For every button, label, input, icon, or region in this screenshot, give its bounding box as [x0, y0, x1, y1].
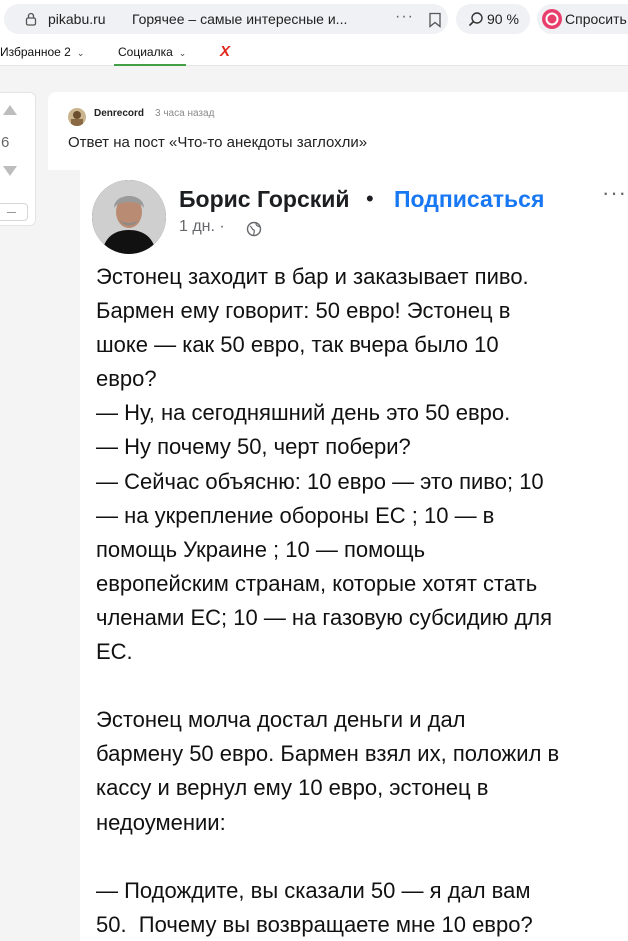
bookmark-folder-label: Социалка: [118, 45, 173, 59]
comment-card: Denrecord 3 часа назад Ответ на пост «Чт…: [48, 92, 628, 941]
bookmarks-bar: Избранное 2 ⌄ Социалка ⌄ X: [0, 40, 628, 66]
avatar: [92, 180, 166, 254]
ask-label: Спросить: [565, 11, 627, 27]
bookmark-folder-favorites[interactable]: Избранное 2 ⌄: [0, 45, 84, 59]
upvote-icon[interactable]: [3, 105, 17, 115]
embedded-screenshot: Борис Горский • Подписаться ··· 1 дн. · …: [48, 170, 628, 941]
globe-icon: [246, 221, 262, 237]
post-text: Эстонец заходит в бар и заказывает пиво.…: [96, 264, 560, 937]
separator-dot: •: [366, 186, 374, 211]
ask-icon: [542, 9, 562, 29]
collapse-button[interactable]: [0, 203, 28, 221]
post-meta: 1 дн. ·: [179, 218, 225, 235]
screenshot-margin: [48, 170, 80, 941]
bookmark-folder-social[interactable]: Социалка ⌄: [118, 45, 186, 59]
page-menu-button[interactable]: ···: [395, 8, 414, 26]
comment-time[interactable]: 3 часа назад: [155, 108, 214, 119]
url-domain: pikabu.ru: [48, 11, 106, 27]
chevron-down-icon: ⌄: [76, 48, 85, 58]
reply-to-link[interactable]: Ответ на пост «Что-то анекдоты заглохли»: [68, 134, 367, 151]
follow-link: Подписаться: [394, 186, 545, 212]
page-content: 6 Denrecord 3 часа назад Ответ на пост «…: [0, 66, 628, 941]
downvote-icon[interactable]: [3, 166, 17, 176]
bookmark-icon[interactable]: [428, 12, 442, 28]
post-author: Борис Горский: [179, 186, 350, 212]
comment-author[interactable]: Denrecord: [94, 108, 144, 119]
facebook-post: Борис Горский • Подписаться ··· 1 дн. · …: [80, 170, 628, 941]
ask-button[interactable]: Спросить: [537, 4, 628, 34]
address-bar[interactable]: pikabu.ru Горячее – самые интересные и..…: [4, 4, 448, 34]
browser-toolbar: pikabu.ru Горячее – самые интересные и..…: [0, 0, 628, 40]
lock-icon: [25, 12, 37, 26]
more-options-icon: ···: [602, 180, 627, 205]
tab-title: Горячее – самые интересные и...: [132, 11, 348, 27]
zoom-icon: [468, 12, 483, 27]
zoom-button[interactable]: 90 %: [456, 4, 530, 34]
zoom-level: 90 %: [487, 11, 519, 27]
rating-score: 6: [1, 134, 10, 151]
avatar[interactable]: [68, 108, 86, 126]
bookmark-close-mark[interactable]: X: [220, 43, 230, 60]
bookmark-folder-label: Избранное 2: [0, 45, 71, 59]
chevron-down-icon: ⌄: [178, 48, 187, 58]
